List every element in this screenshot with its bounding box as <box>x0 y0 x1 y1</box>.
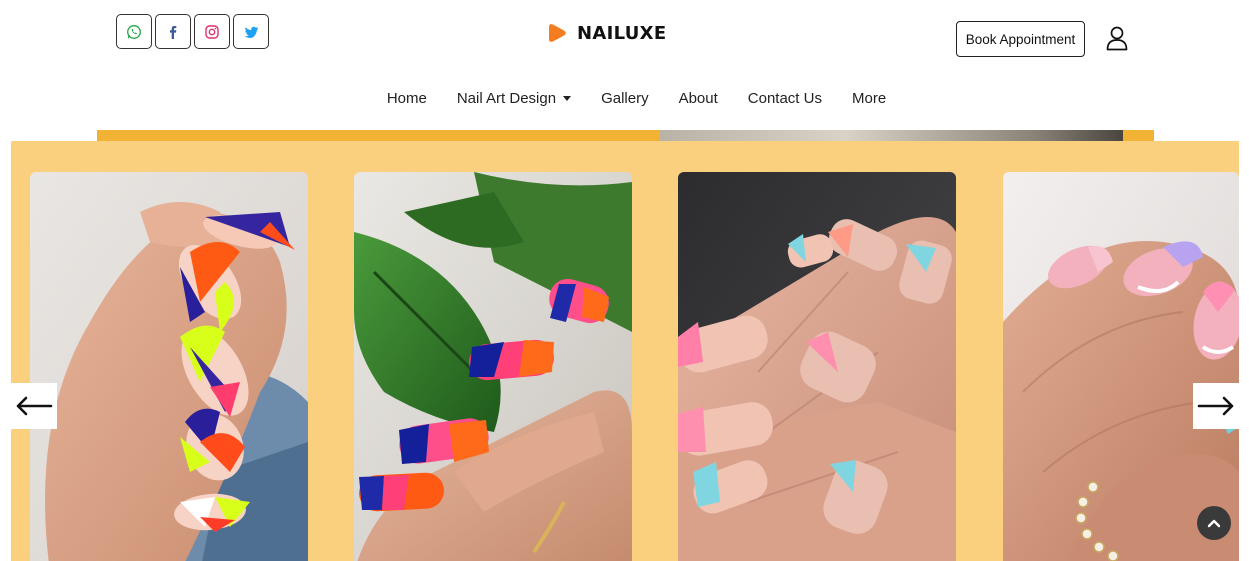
whatsapp-button[interactable] <box>116 14 152 49</box>
gallery-card[interactable] <box>1003 172 1239 561</box>
nav-item-gallery[interactable]: Gallery <box>586 88 664 109</box>
nail-image-neon-stripes-leaf <box>354 172 632 561</box>
nav-item-more[interactable]: More <box>837 88 901 109</box>
brand-name: NAILUXE <box>577 22 667 44</box>
nav-item-nail-art-design[interactable]: Nail Art Design <box>442 88 586 109</box>
user-icon[interactable] <box>1105 25 1129 51</box>
main-nav: Home Nail Art Design Gallery About Conta… <box>0 88 1249 109</box>
nav-label: Nail Art Design <box>456 90 557 107</box>
twitter-button[interactable] <box>233 14 269 49</box>
nail-image-pastel-french-tips <box>678 172 956 561</box>
nail-image-pink-lavender-tips <box>1003 172 1239 561</box>
nav-label: About <box>678 90 718 107</box>
gallery-card[interactable] <box>354 172 632 561</box>
chevron-up-icon <box>1207 519 1221 528</box>
nav-label: Home <box>386 90 427 107</box>
facebook-button[interactable] <box>155 14 191 49</box>
nav-label: Contact Us <box>747 90 822 107</box>
social-links <box>116 14 269 49</box>
nav-item-home[interactable]: Home <box>372 88 442 109</box>
carousel-next-button[interactable] <box>1193 383 1239 429</box>
nav-item-about[interactable]: About <box>664 88 733 109</box>
book-appointment-button[interactable]: Book Appointment <box>956 21 1085 57</box>
whatsapp-icon <box>127 24 141 39</box>
brand-mark-icon <box>549 24 566 42</box>
facebook-icon <box>170 25 177 39</box>
arrow-right-icon <box>1197 396 1234 416</box>
nav-label: Gallery <box>601 90 649 107</box>
gallery-card[interactable] <box>30 172 308 561</box>
instagram-icon <box>205 24 219 39</box>
nail-image-neon-geometric <box>30 172 308 561</box>
scroll-to-top-button[interactable] <box>1197 506 1231 540</box>
twitter-icon <box>244 26 258 38</box>
caret-down-icon <box>563 96 572 101</box>
nav-label: More <box>851 90 887 107</box>
brand-logo[interactable]: NAILUXE <box>546 22 666 44</box>
arrow-left-icon <box>16 396 53 416</box>
instagram-button[interactable] <box>194 14 230 49</box>
nav-item-contact-us[interactable]: Contact Us <box>733 88 837 109</box>
nail-gallery-carousel <box>11 141 1239 561</box>
carousel-prev-button[interactable] <box>11 383 57 429</box>
gallery-card[interactable] <box>678 172 956 561</box>
